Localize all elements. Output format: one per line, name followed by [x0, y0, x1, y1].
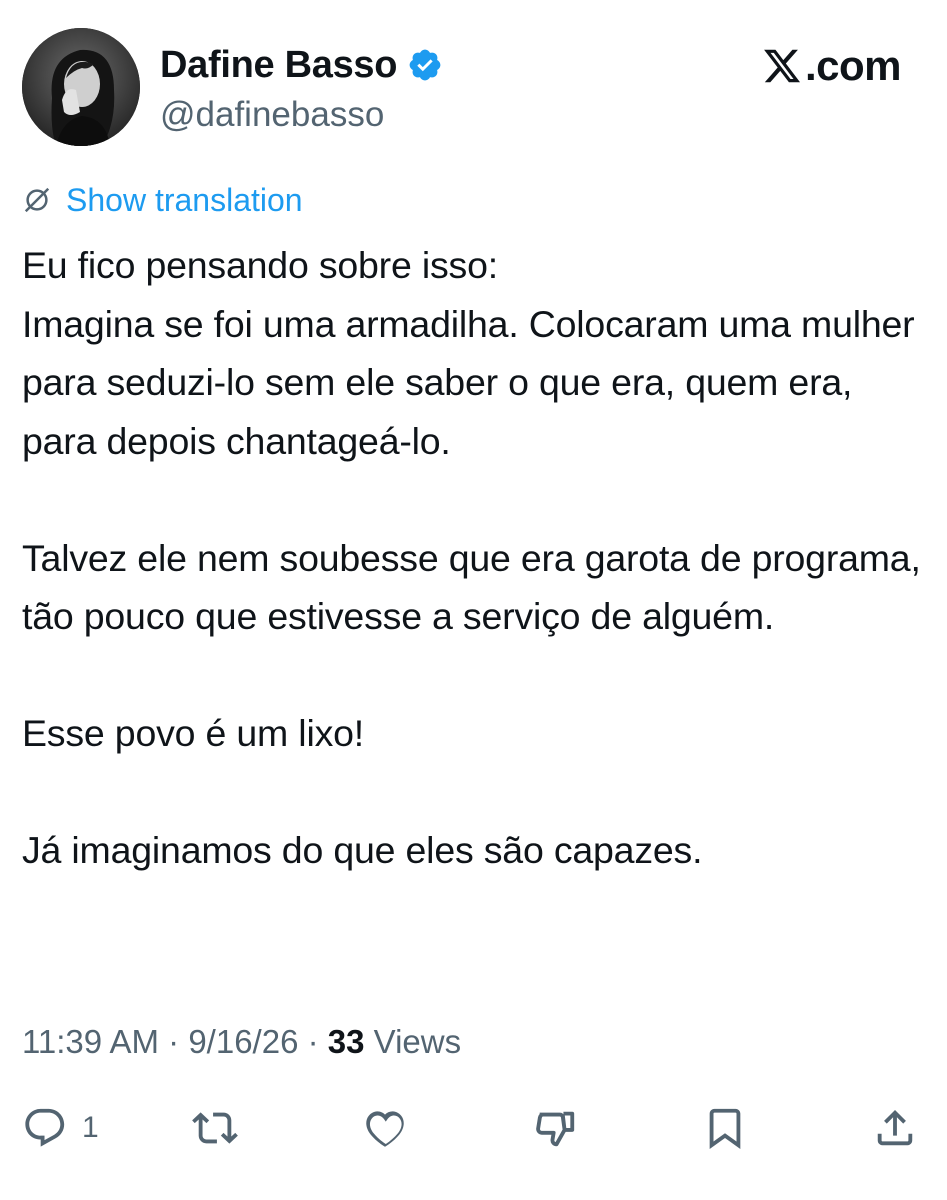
tweet-paragraph: Esse povo é um lixo! [22, 712, 364, 754]
x-logo-icon [764, 49, 801, 83]
views-label: Views [373, 1023, 462, 1060]
tweet-body: Eu fico pensando sobre isso: Imagina se … [22, 236, 932, 880]
bookmark-icon [709, 1108, 741, 1149]
profile-photo [22, 28, 140, 146]
meta-separator: · [168, 1023, 180, 1060]
views-count: 33 [327, 1023, 365, 1060]
retweet-button[interactable] [192, 1100, 238, 1156]
display-name[interactable]: Dafine Basso [160, 40, 397, 90]
retweet-icon [192, 1112, 238, 1144]
bookmark-button[interactable] [702, 1100, 748, 1156]
author-name-row[interactable]: Dafine Basso [160, 40, 443, 90]
tweet-time[interactable]: 11:39 AM [22, 1023, 159, 1060]
dislike-button[interactable] [532, 1100, 578, 1156]
tweet-date[interactable]: 9/16/26 [188, 1023, 298, 1060]
reply-icon [25, 1108, 65, 1147]
globe-translate-icon [24, 187, 50, 213]
reply-button[interactable]: 1 [22, 1100, 99, 1156]
like-button[interactable] [362, 1100, 408, 1156]
author-handle[interactable]: @dafinebasso [160, 92, 384, 138]
action-bar: 1 [22, 1100, 922, 1156]
tweet-paragraph: Eu fico pensando sobre isso: Imagina se … [22, 244, 915, 462]
tweet-meta: 11:39 AM · 9/16/26 · 33 Views [22, 1020, 461, 1064]
meta-separator: · [307, 1023, 319, 1060]
share-icon [877, 1109, 913, 1146]
brand-domain: .com [804, 42, 902, 89]
downvote-icon [536, 1111, 575, 1147]
tweet-paragraph: Talvez ele nem soubesse que era garota d… [22, 536, 931, 638]
show-translation-link[interactable]: Show translation [22, 180, 303, 220]
reply-count: 1 [82, 1111, 99, 1144]
show-translation-label[interactable]: Show translation [66, 180, 303, 220]
share-button[interactable] [872, 1100, 918, 1156]
avatar[interactable] [22, 28, 140, 146]
verified-badge-icon [409, 49, 441, 81]
tweet-paragraph: Já imaginamos do que eles são capazes. [22, 829, 703, 871]
brand-watermark: .com [761, 42, 902, 90]
heart-icon [366, 1111, 404, 1147]
